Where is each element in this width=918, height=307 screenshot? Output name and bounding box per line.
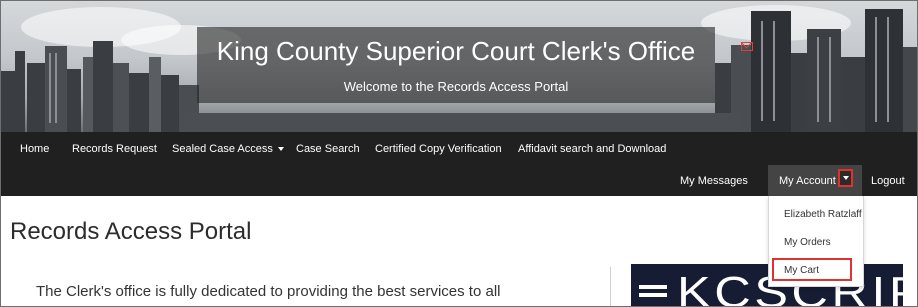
caret-down-icon [843, 176, 849, 180]
nav-sealed-case-access-label: Sealed Case Access [172, 143, 273, 155]
page-frame: King County Superior Court Clerk's Offic… [0, 0, 918, 307]
my-account-link[interactable]: My Account [779, 175, 836, 187]
intro-paragraph: The Clerk's office is fully dedicated to… [36, 283, 501, 300]
logout-link[interactable]: Logout [871, 175, 905, 187]
header-banner: King County Superior Court Clerk's Offic… [1, 1, 917, 132]
site-title: King County Superior Court Clerk's Offic… [216, 36, 696, 66]
page-title: Records Access Portal [10, 218, 252, 245]
nav-sealed-case-access[interactable]: Sealed Case Access [172, 143, 284, 155]
nav-certified-copy-verification[interactable]: Certified Copy Verification [375, 143, 502, 155]
my-messages-link[interactable]: My Messages [680, 175, 748, 187]
nav-case-search[interactable]: Case Search [296, 143, 360, 155]
envelope-icon[interactable] [741, 42, 753, 51]
my-account-dropdown-toggle[interactable] [838, 169, 853, 187]
dropdown-item-my-orders[interactable]: My Orders [784, 237, 831, 248]
nav-records-request[interactable]: Records Request [72, 143, 157, 155]
nav-home[interactable]: Home [20, 143, 49, 155]
dropdown-item-user-name[interactable]: Elizabeth Ratzlaff [784, 209, 862, 220]
column-divider [610, 267, 611, 306]
my-cart-highlight-box [772, 258, 852, 281]
main-navbar: Home Records Request Sealed Case Access … [1, 132, 917, 196]
nav-affidavit-search[interactable]: Affidavit search and Download [518, 143, 666, 155]
caret-down-icon [277, 147, 284, 152]
logo-bars-icon [639, 285, 667, 297]
site-subtitle: Welcome to the Records Access Portal [343, 79, 569, 94]
banner-title-box: King County Superior Court Clerk's Offic… [197, 27, 715, 103]
